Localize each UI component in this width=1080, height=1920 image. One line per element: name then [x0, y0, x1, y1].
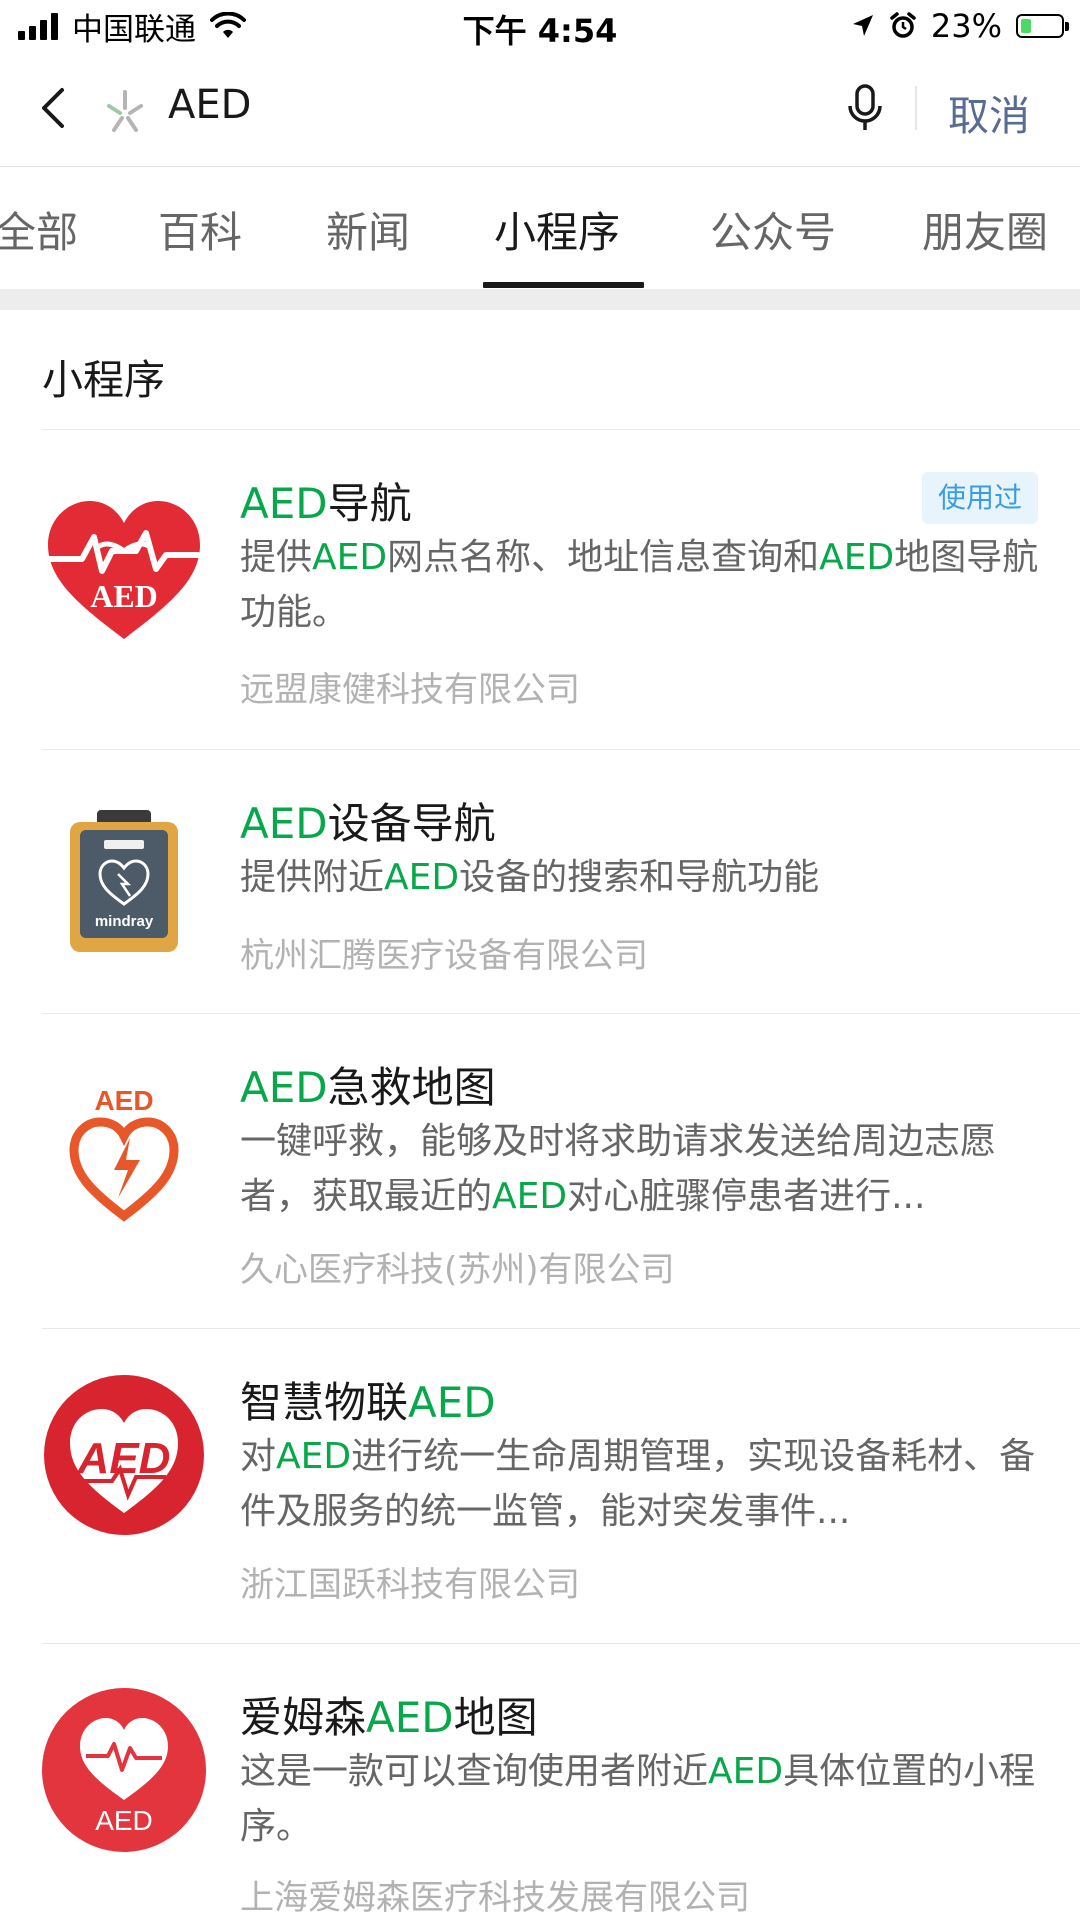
result-developer: 久心医疗科技(苏州)有限公司	[240, 1250, 675, 1290]
tab-news[interactable]: 新闻	[326, 199, 410, 260]
icon-brand-text: mindray	[95, 913, 154, 930]
result-description: 这是一款可以查询使用者附近AED具体位置的小程序。	[240, 1751, 1036, 1847]
mindray-aed-device-icon: mindray	[42, 800, 206, 964]
result-title: AED导航	[240, 479, 412, 528]
status-right: 23%	[851, 6, 1069, 46]
search-logo-icon	[100, 86, 150, 136]
result-title: AED设备导航	[240, 799, 496, 848]
tab-encyclopedia[interactable]: 百科	[158, 199, 242, 260]
svg-text:AED: AED	[90, 578, 158, 614]
result-developer: 杭州汇腾医疗设备有限公司	[240, 936, 648, 976]
aed-heart-handshake-icon: AED	[42, 489, 206, 653]
voice-search-button[interactable]	[840, 80, 890, 136]
tab-all[interactable]: 全部	[0, 199, 78, 260]
result-item-aed-navigation[interactable]: AED AED导航 使用过 提供AED网点名称、地址信息查询和AED地图导航功能…	[0, 430, 1080, 749]
search-tabs: 全部 百科 新闻 小程序 公众号 朋友圈	[0, 167, 1080, 289]
section-separator	[0, 289, 1080, 310]
result-developer: 上海爱姆森医疗科技发展有限公司	[240, 1878, 750, 1918]
tab-official-accounts[interactable]: 公众号	[710, 199, 836, 260]
search-header: AED 取消	[0, 52, 1080, 167]
tab-moments[interactable]: 朋友圈	[922, 199, 1048, 260]
chevron-left-icon	[42, 88, 64, 128]
result-title: 智慧物联AED	[240, 1378, 496, 1427]
battery-fill	[1021, 19, 1032, 33]
battery-icon	[1016, 14, 1069, 38]
location-icon	[852, 15, 873, 36]
result-developer: 浙江国跃科技有限公司	[240, 1565, 580, 1605]
result-description: 一键呼救，能够及时将求助请求发送给周边志愿者，获取最近的AED对心脏骤停患者进行…	[240, 1121, 997, 1217]
result-item-aed-device-navigation[interactable]: mindray AED设备导航 提供附近AED设备的搜索和导航功能 杭州汇腾医疗…	[0, 750, 1080, 1013]
result-description: 提供AED网点名称、地址信息查询和AED地图导航功能。	[240, 537, 1039, 633]
result-item-aed-emergency-map[interactable]: AED AED急救地图 一键呼救，能够及时将求助请求发送给周边志愿者，获取最近的…	[0, 1014, 1080, 1328]
result-title: AED急救地图	[240, 1063, 496, 1112]
active-tab-indicator	[483, 282, 644, 288]
aed-red-circle-icon: AED	[42, 1373, 206, 1537]
search-input[interactable]: AED	[168, 82, 251, 128]
status-bar: 中国联通 下午 4:54 23%	[0, 0, 1080, 52]
result-item-aimsen-aed-map[interactable]: AED 爱姆森AED地图 这是一款可以查询使用者附近AED具体位置的小程序。 上…	[0, 1644, 1080, 1920]
result-developer: 远盟康健科技有限公司	[240, 670, 580, 710]
used-badge: 使用过	[922, 472, 1038, 524]
cancel-button[interactable]: 取消	[948, 82, 1030, 142]
alarm-icon	[890, 12, 916, 38]
section-title: 小程序	[42, 356, 165, 404]
result-item-smart-iot-aed[interactable]: AED 智慧物联AED 对AED进行统一生命周期管理，实现设备耗材、备件及服务的…	[0, 1329, 1080, 1643]
tab-mini-programs[interactable]: 小程序	[494, 199, 620, 260]
battery-percent: 23%	[930, 7, 1002, 45]
microphone-icon	[848, 84, 882, 130]
result-title: 爱姆森AED地图	[240, 1693, 538, 1742]
header-divider	[915, 86, 917, 130]
icon-aed-text: AED	[95, 1805, 153, 1836]
result-description: 对AED进行统一生命周期管理，实现设备耗材、备件及服务的统一监管，能对突发事件.…	[240, 1436, 1036, 1532]
icon-aed-text: AED	[94, 1085, 153, 1116]
back-button[interactable]	[30, 80, 84, 136]
aed-heart-pulse-icon: AED	[42, 1688, 206, 1852]
aed-heart-bolt-icon: AED	[42, 1070, 206, 1234]
result-description: 提供附近AED设备的搜索和导航功能	[240, 857, 820, 898]
